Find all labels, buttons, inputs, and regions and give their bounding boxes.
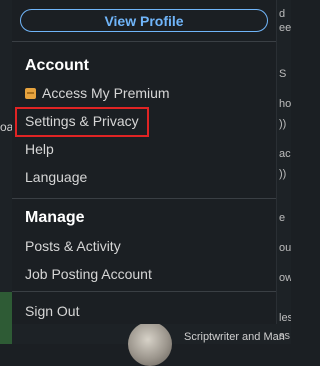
view-profile-button[interactable]: View Profile bbox=[20, 9, 268, 32]
job-posting-account-item[interactable]: Job Posting Account bbox=[25, 266, 152, 282]
background-right-snippet: )) bbox=[279, 118, 287, 130]
background-left-snippet: oa bbox=[0, 120, 12, 134]
sign-out-item[interactable]: Sign Out bbox=[25, 303, 79, 319]
access-premium-item[interactable]: Access My Premium bbox=[25, 85, 170, 101]
manage-section-title: Manage bbox=[25, 209, 85, 226]
background-right-snippet: ou bbox=[279, 242, 291, 254]
premium-icon bbox=[25, 88, 36, 99]
menu-divider bbox=[12, 291, 276, 292]
background-right-snippet: ow bbox=[279, 272, 291, 284]
avatar bbox=[128, 322, 172, 366]
background-right-snippet: S bbox=[279, 68, 287, 80]
profile-dropdown-menu: View Profile Account Access My Premium S… bbox=[12, 0, 277, 324]
background-right-snippet: ee bbox=[279, 22, 291, 34]
background-image-strip bbox=[0, 292, 12, 344]
background-right-snippet: d bbox=[279, 8, 286, 20]
account-section-title: Account bbox=[25, 57, 89, 74]
language-item[interactable]: Language bbox=[25, 169, 87, 185]
background-right-snippet: les bbox=[279, 312, 291, 324]
highlight-annotation-box bbox=[15, 107, 149, 137]
background-bottom-snippet: Scriptwriter and Man bbox=[184, 331, 285, 343]
menu-divider bbox=[12, 41, 276, 42]
posts-activity-item[interactable]: Posts & Activity bbox=[25, 238, 121, 254]
background-right-snippet: e bbox=[279, 212, 286, 224]
background-right-snippet: )) bbox=[279, 168, 287, 180]
access-premium-label: Access My Premium bbox=[42, 85, 170, 101]
menu-divider bbox=[12, 198, 276, 199]
help-item[interactable]: Help bbox=[25, 141, 54, 157]
background-right-snippet: ac bbox=[279, 148, 291, 160]
background-right-snippet: ho bbox=[279, 98, 291, 110]
